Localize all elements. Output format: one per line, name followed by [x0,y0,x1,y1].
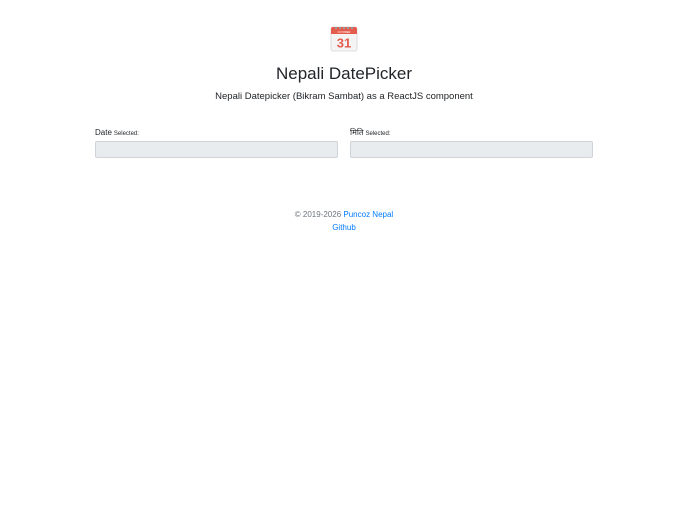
miti-label-text: मिति [350,128,364,137]
date-field-english: Date Selected: [95,128,338,158]
date-label-text: Date [95,128,112,137]
date-label-suffix: Selected: [113,131,139,137]
date-fields: Date Selected: मिति Selected: [95,128,593,158]
page-subtitle: Nepali Datepicker (Bikram Sambat) as a R… [215,91,473,102]
date-field-label: Date Selected: [95,128,338,138]
miti-label-suffix: Selected: [365,131,391,137]
header: OCTOBER 31 Nepali DatePicker Nepali Date… [0,0,688,103]
github-link[interactable]: Github [332,223,356,232]
calendar-icon-month: OCTOBER [338,30,351,34]
miti-input[interactable] [350,141,593,158]
footer-github-row: Github [0,222,688,234]
footer-copyright-row: © 2019-2026 Puncoz Nepal [0,209,688,221]
calendar-icon-day: 31 [337,36,351,51]
page: OCTOBER 31 Nepali DatePicker Nepali Date… [0,0,688,512]
miti-field-label: मिति Selected: [350,128,593,138]
page-title: Nepali DatePicker [275,64,413,83]
author-link[interactable]: Puncoz Nepal [343,210,393,219]
date-field-nepali: मिति Selected: [350,128,593,158]
calendar-icon: OCTOBER 31 [330,25,358,52]
copyright-text: © 2019-2026 [294,210,342,219]
footer: © 2019-2026 Puncoz Nepal Github [0,209,688,234]
date-input[interactable] [95,141,338,158]
